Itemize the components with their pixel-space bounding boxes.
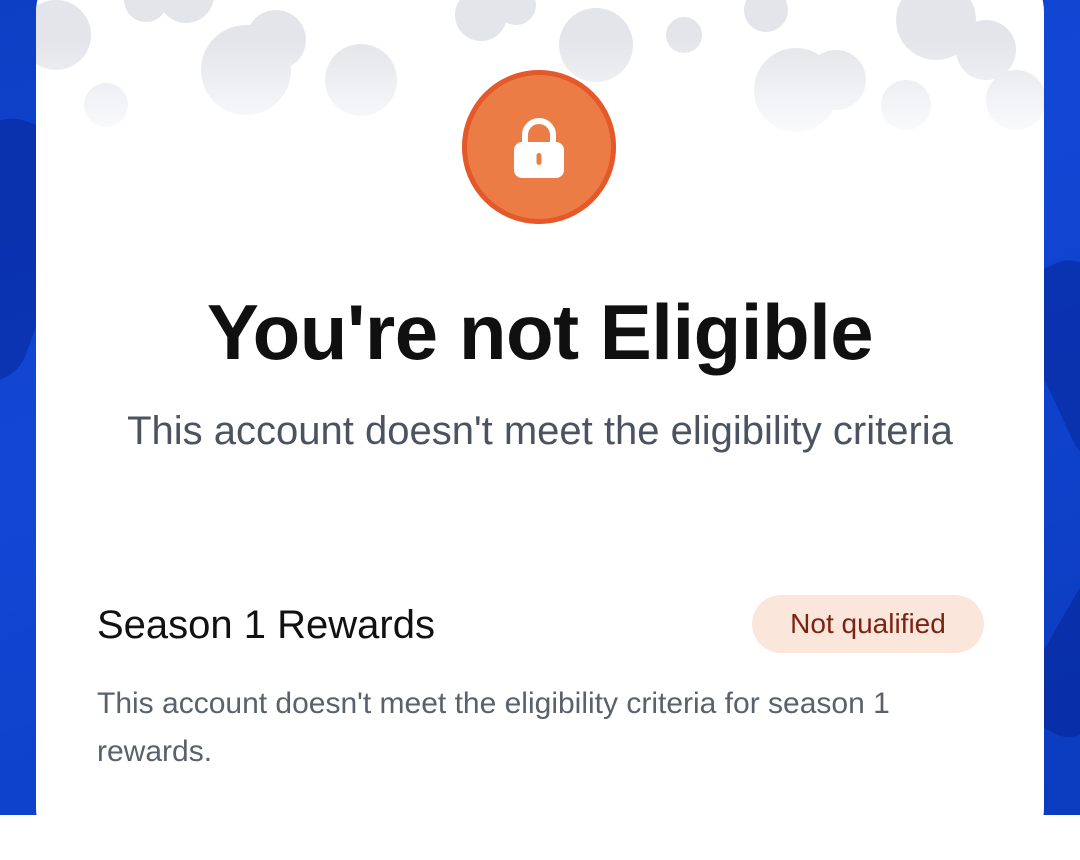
eligibility-card: You're not Eligible This account doesn't…: [36, 0, 1044, 860]
status-icon-badge: [462, 70, 616, 224]
rewards-section-title: Season 1 Rewards: [97, 603, 435, 647]
rewards-description: This account doesn't meet the eligibilit…: [97, 687, 890, 768]
status-badge-label: Not qualified: [790, 608, 946, 639]
page-subtitle: This account doesn't meet the eligibilit…: [127, 409, 953, 453]
lock-icon: [514, 118, 564, 178]
page-title: You're not Eligible: [206, 288, 874, 376]
status-badge: Not qualified: [752, 595, 984, 653]
